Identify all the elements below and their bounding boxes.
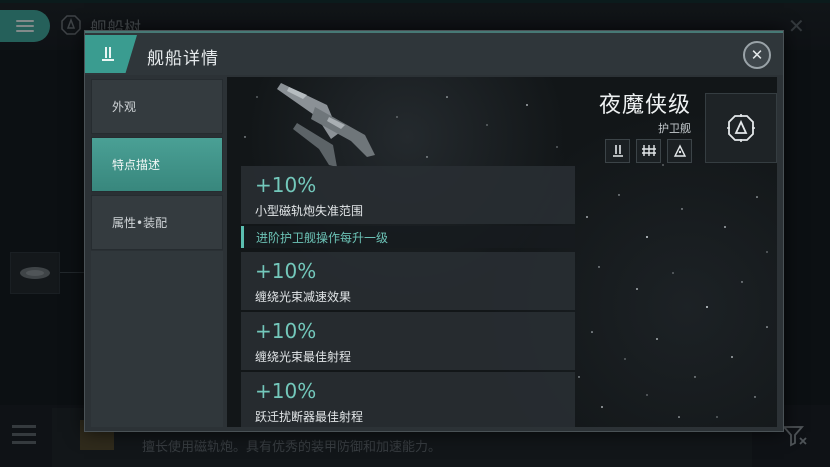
ship-details-dialog: 舰船详情 ✕ 外观 特点描述 属性•装配 夜魔侠级 护卫舰 +10% 小型磁轨炮… <box>84 30 784 432</box>
trait-description: 缠绕光束最佳射程 <box>255 350 352 364</box>
trait-card: +10% 小型磁轨炮失准范围 <box>241 166 575 224</box>
frigate-class-icon <box>102 47 114 61</box>
trait-description: 缠绕光束减速效果 <box>255 290 352 304</box>
trait-card: +10% 缠绕光束减速效果 <box>241 252 575 310</box>
close-button[interactable]: ✕ <box>743 41 771 69</box>
tab-traits[interactable]: 特点描述 <box>91 137 223 192</box>
trait-value: +10% <box>255 173 317 197</box>
ship-role-badge[interactable] <box>705 93 777 163</box>
tab-attributes-fitting[interactable]: 属性•装配 <box>91 195 223 250</box>
role-icon-row <box>605 139 692 163</box>
ship-render <box>277 83 375 167</box>
trait-description: 跃迁扰断器最佳射程 <box>255 410 364 424</box>
trait-card: +10% 跃迁扰断器最佳射程 <box>241 372 575 427</box>
trait-list: +10% 小型磁轨炮失准范围 进阶护卫舰操作每升一级 +10% 缠绕光束减速效果… <box>241 166 575 427</box>
detail-sidebar: 外观 特点描述 属性•装配 <box>91 79 223 427</box>
ship-class: 护卫舰 <box>658 122 691 135</box>
tab-label: 特点描述 <box>112 158 161 172</box>
trait-section-heading: 进阶护卫舰操作每升一级 <box>241 226 575 248</box>
formation-icon[interactable] <box>667 139 692 163</box>
tab-label: 属性•装配 <box>112 216 168 230</box>
trait-value: +10% <box>255 379 317 403</box>
dialog-title: 舰船详情 <box>147 49 219 69</box>
tab-label: 外观 <box>112 100 137 114</box>
trait-value: +10% <box>255 259 317 283</box>
trait-description: 小型磁轨炮失准范围 <box>255 204 364 218</box>
dialog-header: 舰船详情 ✕ <box>85 33 783 75</box>
trait-value: +10% <box>255 319 317 343</box>
frigate-icon[interactable] <box>605 139 630 163</box>
trait-card: +10% 缠绕光束最佳射程 <box>241 312 575 370</box>
weapon-turrets-icon[interactable] <box>636 139 661 163</box>
ship-details-tab-badge <box>85 35 137 73</box>
ship-name: 夜魔侠级 <box>598 93 691 118</box>
tactical-role-icon <box>727 114 755 142</box>
tab-appearance[interactable]: 外观 <box>91 79 223 134</box>
sidebar-filler <box>91 251 223 427</box>
traits-panel: 夜魔侠级 护卫舰 +10% 小型磁轨炮失准范围 进阶护卫舰操作每升一级 +10%… <box>227 77 777 427</box>
